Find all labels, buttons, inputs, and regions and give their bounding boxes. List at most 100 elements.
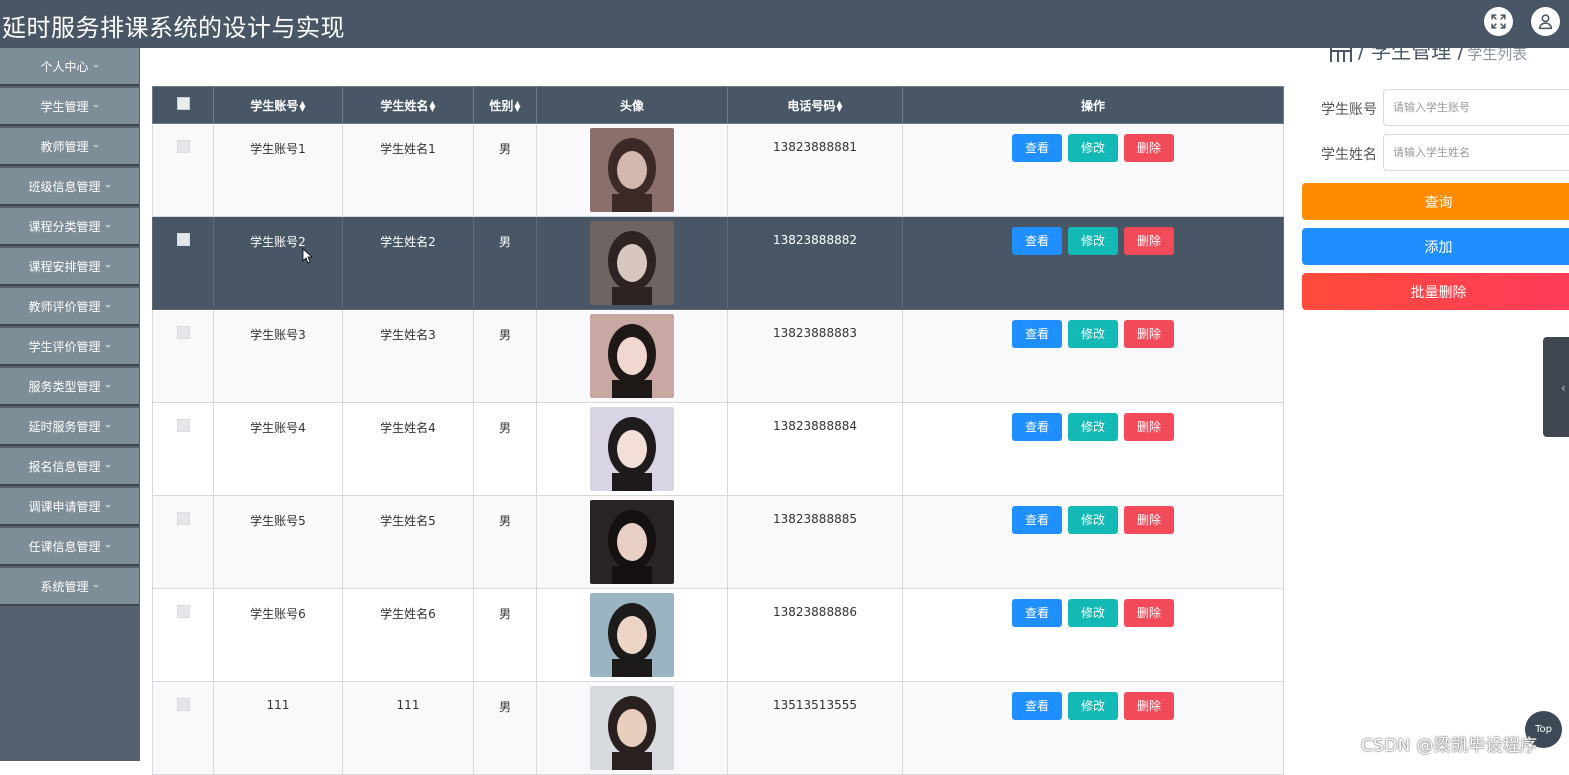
sidebar-item[interactable]: 学生管理 [0, 88, 139, 126]
sidebar-item[interactable]: 报名信息管理 [0, 448, 139, 486]
row-select-cell[interactable] [152, 123, 214, 217]
sidebar-item[interactable]: 课程分类管理 [0, 208, 139, 246]
edit-button[interactable]: 修改 [1068, 134, 1118, 162]
delete-button[interactable]: 删除 [1124, 506, 1174, 534]
batch-delete-button[interactable]: 批量删除 [1302, 273, 1569, 310]
caret-down-icon [104, 304, 111, 308]
account-cell: 学生账号2 [213, 216, 343, 310]
select-all-checkbox[interactable] [176, 97, 190, 110]
name-cell: 学生姓名3 [342, 309, 474, 403]
breadcrumb-section[interactable]: / 学生管理 / [1358, 48, 1464, 62]
gender-cell: 男 [473, 495, 537, 589]
table-row[interactable]: 学生账号6 学生姓名6 男 13823888886 查看 修改 删除 [152, 588, 1284, 682]
sidebar-item-label: 个人中心 [40, 59, 89, 74]
view-button[interactable]: 查看 [1012, 134, 1062, 162]
avatar-cell [536, 495, 728, 589]
caret-down-icon [92, 144, 99, 148]
fullscreen-icon[interactable] [1484, 7, 1513, 36]
delete-button[interactable]: 删除 [1124, 134, 1174, 162]
account-search-input[interactable]: 请输入学生账号 [1383, 89, 1569, 126]
sidebar-item[interactable]: 教师管理 [0, 128, 139, 166]
name-cell: 学生姓名6 [342, 588, 474, 682]
table-row[interactable]: 学生账号5 学生姓名5 男 13823888885 查看 修改 删除 [152, 495, 1284, 589]
table-row[interactable]: 学生账号2 学生姓名2 男 13823888882 查看 修改 删除 [152, 216, 1284, 310]
sidebar-item-label: 课程分类管理 [28, 219, 101, 234]
delete-button[interactable]: 删除 [1124, 320, 1174, 348]
table-row[interactable]: 学生账号3 学生姓名3 男 13823888883 查看 修改 删除 [152, 309, 1284, 403]
actions-cell: 查看 修改 删除 [902, 495, 1284, 589]
sidebar-item[interactable]: 课程安排管理 [0, 248, 139, 286]
select-all-header[interactable] [152, 86, 214, 124]
row-checkbox[interactable] [176, 512, 190, 525]
sort-icon[interactable]: ▲ ▼ [429, 100, 435, 113]
row-select-cell[interactable] [152, 216, 214, 310]
view-button[interactable]: 查看 [1012, 413, 1062, 441]
row-select-cell[interactable] [152, 402, 214, 496]
table-row[interactable]: 学生账号4 学生姓名4 男 13823888884 查看 修改 删除 [152, 402, 1284, 496]
sidebar-item[interactable]: 班级信息管理 [0, 168, 139, 206]
column-header-phone[interactable]: 电话号码▲ ▼ [727, 86, 903, 124]
delete-button[interactable]: 删除 [1124, 413, 1174, 441]
actions-cell: 查看 修改 删除 [902, 588, 1284, 682]
edit-button[interactable]: 修改 [1068, 599, 1118, 627]
user-icon[interactable] [1531, 7, 1560, 36]
side-panel-toggle[interactable]: ‹ [1543, 337, 1569, 437]
sidebar-item-label: 调课申请管理 [28, 499, 101, 514]
edit-button[interactable]: 修改 [1068, 506, 1118, 534]
edit-button[interactable]: 修改 [1068, 413, 1118, 441]
edit-button[interactable]: 修改 [1068, 692, 1118, 720]
name-label: 学生姓名 [1321, 147, 1377, 163]
edit-button[interactable]: 修改 [1068, 227, 1118, 255]
avatar [590, 593, 674, 677]
column-header-actions: 操作 [902, 86, 1284, 124]
caret-down-icon [104, 544, 111, 548]
row-checkbox[interactable] [176, 419, 190, 432]
row-checkbox[interactable] [176, 698, 190, 711]
delete-button[interactable]: 删除 [1124, 599, 1174, 627]
gender-cell: 男 [473, 216, 537, 310]
row-checkbox[interactable] [176, 233, 190, 246]
account-cell: 学生账号3 [213, 309, 343, 403]
table-row[interactable]: 学生账号1 学生姓名1 男 13823888881 查看 修改 删除 [152, 123, 1284, 217]
sidebar-item[interactable]: 延时服务管理 [0, 408, 139, 446]
sidebar-item[interactable]: 任课信息管理 [0, 528, 139, 566]
avatar-cell [536, 123, 728, 217]
view-button[interactable]: 查看 [1012, 506, 1062, 534]
sort-icon[interactable]: ▲ ▼ [836, 100, 842, 113]
view-button[interactable]: 查看 [1012, 227, 1062, 255]
column-header-account[interactable]: 学生账号▲ ▼ [213, 86, 343, 124]
name-cell: 学生姓名5 [342, 495, 474, 589]
column-header-gender[interactable]: 性别▲ ▼ [473, 86, 537, 124]
watermark: CSDN @梁凯毕设程序 [1361, 736, 1538, 756]
sidebar-item[interactable]: 个人中心 [0, 48, 139, 86]
sidebar-item[interactable]: 教师评价管理 [0, 288, 139, 326]
row-checkbox[interactable] [176, 140, 190, 153]
sort-icon[interactable]: ▲ ▼ [514, 100, 520, 113]
view-button[interactable]: 查看 [1012, 692, 1062, 720]
table-icon [1330, 48, 1352, 62]
caret-down-icon [104, 224, 111, 228]
sidebar-item[interactable]: 系统管理 [0, 568, 139, 606]
avatar [590, 500, 674, 584]
sidebar-item[interactable]: 服务类型管理 [0, 368, 139, 406]
name-search-input[interactable]: 请输入学生姓名 [1383, 134, 1569, 171]
edit-button[interactable]: 修改 [1068, 320, 1118, 348]
gender-cell: 男 [473, 588, 537, 682]
view-button[interactable]: 查看 [1012, 599, 1062, 627]
caret-down-icon [104, 424, 111, 428]
sidebar-item[interactable]: 调课申请管理 [0, 488, 139, 526]
row-select-cell[interactable] [152, 588, 214, 682]
row-select-cell[interactable] [152, 495, 214, 589]
row-checkbox[interactable] [176, 605, 190, 618]
column-header-name[interactable]: 学生姓名▲ ▼ [342, 86, 474, 124]
view-button[interactable]: 查看 [1012, 320, 1062, 348]
delete-button[interactable]: 删除 [1124, 227, 1174, 255]
row-select-cell[interactable] [152, 309, 214, 403]
row-checkbox[interactable] [176, 326, 190, 339]
add-button[interactable]: 添加 [1302, 228, 1569, 265]
avatar-cell [536, 216, 728, 310]
delete-button[interactable]: 删除 [1124, 692, 1174, 720]
sidebar-item[interactable]: 学生评价管理 [0, 328, 139, 366]
sort-icon[interactable]: ▲ ▼ [299, 100, 305, 113]
query-button[interactable]: 查询 [1302, 183, 1569, 220]
